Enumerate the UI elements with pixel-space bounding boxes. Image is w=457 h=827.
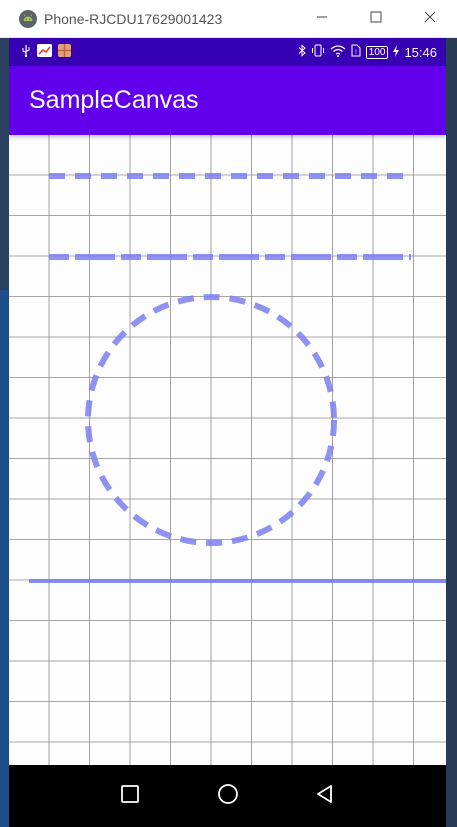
drawing-canvas[interactable] (9, 135, 446, 765)
grid-lines (9, 135, 446, 765)
recents-button[interactable] (116, 782, 144, 810)
maximize-icon (370, 10, 382, 28)
svg-text:!: ! (355, 50, 357, 56)
window-titlebar[interactable]: Phone-RJCDU17629001423 (0, 0, 457, 38)
status-time: 15:46 (404, 44, 437, 60)
chart-icon (37, 44, 52, 60)
desktop-backdrop-left (0, 0, 9, 827)
home-button[interactable] (214, 782, 242, 810)
phone-screen[interactable]: ! 100 15:46 SampleCanvas (9, 38, 446, 827)
usb-icon (21, 44, 31, 60)
navigation-bar (9, 765, 446, 827)
app-title: SampleCanvas (29, 86, 199, 114)
charging-icon (393, 44, 400, 60)
square-icon (120, 784, 140, 809)
minimize-button[interactable] (295, 0, 349, 38)
back-button[interactable] (311, 782, 339, 810)
window-title: Phone-RJCDU17629001423 (44, 10, 223, 27)
gift-icon (58, 44, 71, 60)
minimize-icon (316, 10, 328, 28)
battery-icon: 100 (365, 45, 389, 59)
canvas-area[interactable] (9, 135, 446, 765)
circle-icon (217, 783, 239, 810)
desktop-backdrop-right (446, 0, 457, 827)
battery-level: 100 (365, 45, 389, 59)
maximize-button[interactable] (349, 0, 403, 38)
bluetooth-icon (298, 44, 306, 60)
status-bar: ! 100 15:46 (9, 38, 446, 66)
close-button[interactable] (403, 0, 457, 38)
app-bar: SampleCanvas (9, 66, 446, 135)
wifi-icon (330, 44, 346, 60)
vibrate-icon (311, 44, 325, 60)
sim-icon: ! (351, 44, 361, 60)
triangle-back-icon (315, 784, 335, 809)
close-icon (424, 10, 436, 28)
android-icon (18, 9, 38, 29)
